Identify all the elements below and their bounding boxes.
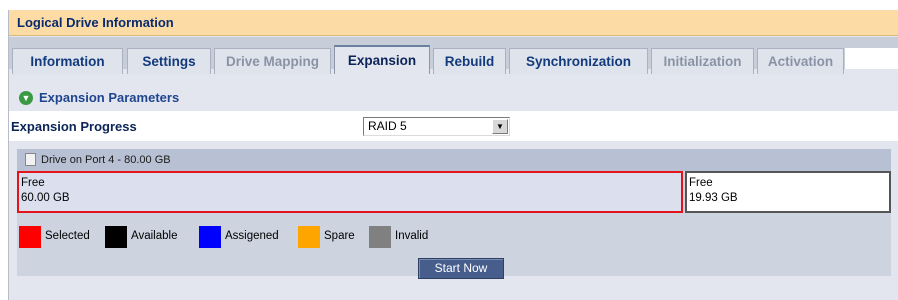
drive-map: Drive on Port 4 - 80.00 GB Free 60.00 GB… (17, 149, 891, 276)
legend-swatch (199, 226, 221, 248)
segment-type: Free (21, 177, 45, 189)
panel-title: Logical Drive Information (9, 10, 898, 36)
legend-swatch (298, 226, 320, 248)
disk-icon (25, 152, 36, 166)
segment-size: 19.93 GB (689, 192, 738, 204)
tab-strip-filler (845, 48, 898, 69)
segment-size: 60.00 GB (21, 192, 70, 204)
tab-initialization: Initialization (651, 48, 754, 74)
raid-level-select[interactable]: RAID 5 ▼ (363, 117, 510, 136)
logical-drive-panel: Logical Drive Information Information Se… (8, 10, 898, 300)
tab-drive-mapping: Drive Mapping (214, 48, 331, 74)
segment-type: Free (689, 177, 713, 189)
drive-header-text: Drive on Port 4 - 80.00 GB (41, 154, 171, 166)
legend-swatch (19, 226, 41, 248)
legend-label: Spare (324, 230, 355, 242)
start-now-button[interactable]: Start Now (418, 258, 504, 279)
tab-rebuild[interactable]: Rebuild (433, 48, 506, 74)
legend-label: Invalid (395, 230, 429, 242)
raid-level-value: RAID 5 (368, 119, 407, 133)
expansion-parameters-header[interactable]: ▼ Expansion Parameters (19, 89, 179, 107)
legend-swatch (105, 226, 127, 248)
tab-synchronization[interactable]: Synchronization (509, 48, 648, 74)
tab-settings[interactable]: Settings (127, 48, 211, 74)
section-title: Expansion Parameters (39, 90, 180, 105)
expansion-progress-row: Expansion Progress RAID 5 ▼ (9, 111, 898, 141)
legend-label: Selected (45, 230, 90, 242)
tab-expansion[interactable]: Expansion (334, 45, 430, 74)
legend-label: Available (131, 230, 178, 242)
tab-activation: Activation (757, 48, 844, 74)
segment-selected[interactable]: Free 60.00 GB (17, 171, 683, 213)
segment-available[interactable]: Free 19.93 GB (685, 171, 891, 213)
legend-label: Assigened (225, 230, 279, 242)
drive-header: Drive on Port 4 - 80.00 GB (17, 149, 891, 171)
legend-swatch (369, 226, 391, 248)
expansion-progress-label: Expansion Progress (11, 119, 137, 134)
tab-information[interactable]: Information (12, 48, 123, 74)
dropdown-arrow-icon[interactable]: ▼ (492, 119, 508, 134)
tab-strip: Information Settings Drive Mapping Expan… (9, 37, 898, 74)
chevron-down-circle-icon: ▼ (19, 90, 33, 105)
